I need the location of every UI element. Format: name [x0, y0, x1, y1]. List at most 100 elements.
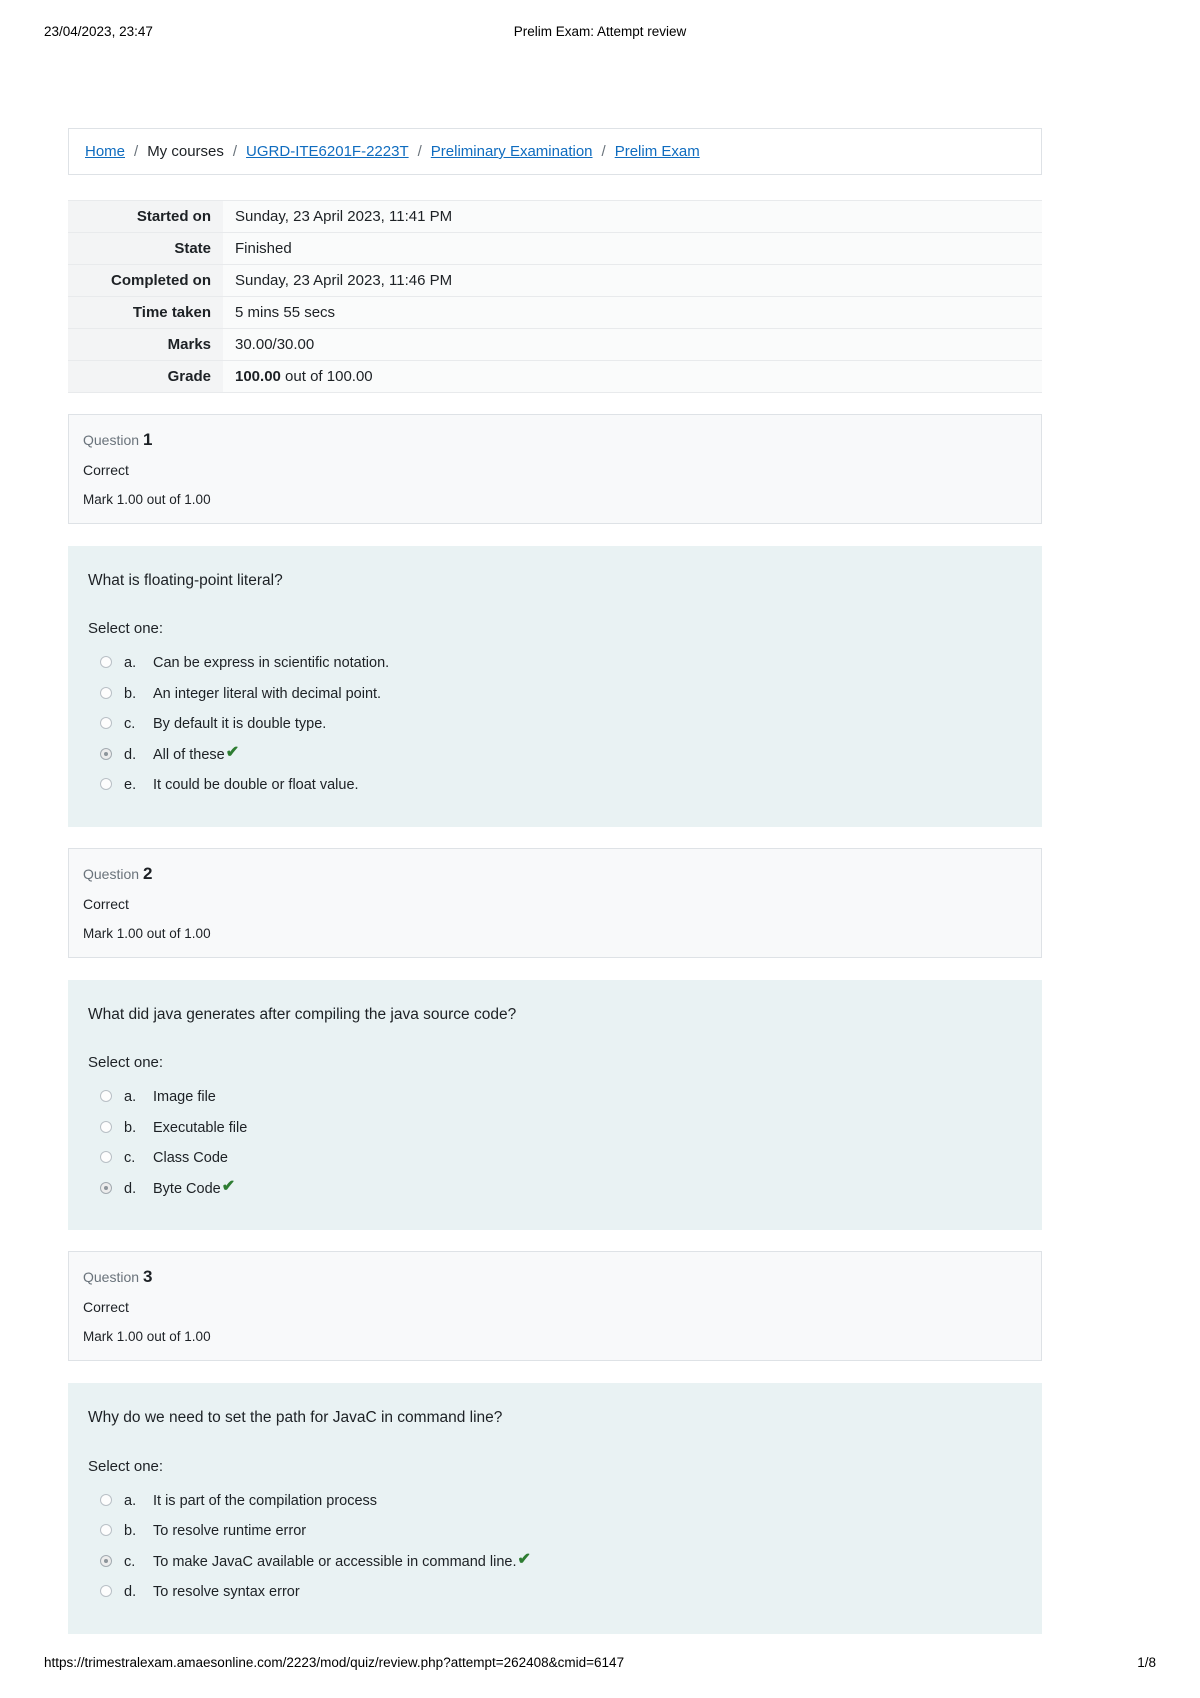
radio-button[interactable]	[100, 778, 112, 791]
breadcrumb-separator: /	[134, 143, 139, 160]
radio-button[interactable]	[100, 1120, 112, 1133]
answer-option[interactable]: c. By default it is double type.	[68, 709, 1042, 739]
answer-text: To resolve runtime error	[153, 1523, 307, 1540]
question-number: Question 3	[69, 1267, 1041, 1287]
summary-row: Started on Sunday, 23 April 2023, 11:41 P…	[68, 200, 1042, 233]
answer-options: a. Image file b. Executable file c. Class Cod…	[68, 1082, 1042, 1204]
summary-row: Completed on Sunday, 23 April 2023, 11:46…	[68, 264, 1042, 297]
question-text: What did java generates after compiling …	[88, 1005, 517, 1023]
answer-option[interactable]: c. Class Code	[68, 1143, 1042, 1173]
radio-button[interactable]	[100, 1151, 112, 1164]
select-one-prompt: Select one:	[88, 620, 164, 638]
question-info-box: Question 3 Correct Mark 1.00 out of 1.00	[68, 1251, 1042, 1362]
question-body: What is floating-point literal? Select on…	[68, 546, 1042, 827]
question-state: Correct	[83, 462, 129, 478]
question-mark: Mark 1.00 out of 1.00	[83, 925, 211, 941]
question-text: What is floating-point literal?	[88, 572, 283, 589]
summary-row-label: State	[68, 232, 223, 265]
answer-option[interactable]: b. To resolve runtime error	[68, 1516, 1042, 1546]
answer-option[interactable]: a. It is part of the compilation process	[68, 1486, 1042, 1516]
summary-row-label: Started on	[68, 200, 223, 233]
question-mark: Mark 1.00 out of 1.00	[83, 492, 211, 507]
summary-row-value: Sunday, 23 April 2023, 11:41 PM	[223, 200, 1042, 233]
answer-options: a. It is part of the compilation process b…	[68, 1486, 1042, 1608]
answer-option[interactable]: a. Can be express in scientific notation.	[68, 648, 1042, 678]
answer-text: It could be double or float value.	[153, 777, 359, 794]
radio-button-selected[interactable]	[100, 1181, 112, 1194]
question-state: Correct	[83, 895, 129, 912]
summary-row-label: Marks	[68, 328, 223, 361]
answer-text: Byte Code	[153, 1180, 221, 1197]
question-text: Why do we need to set the path for JavaC…	[88, 1409, 503, 1427]
question-body: What did java generates after compiling …	[68, 979, 1042, 1231]
radio-button[interactable]	[100, 656, 112, 669]
radio-button[interactable]	[100, 1585, 112, 1598]
breadcrumb-separator: /	[601, 143, 606, 160]
question-info-box: Question 1 Correct Mark 1.00 out of 1.00	[68, 414, 1042, 524]
answer-letter: d.	[124, 1180, 137, 1197]
answer-text: To make JavaC available or accessible in…	[153, 1553, 517, 1570]
question-mark: Mark 1.00 out of 1.00	[83, 1329, 211, 1345]
radio-button[interactable]	[100, 1493, 112, 1506]
answer-option[interactable]: b. Executable file	[68, 1113, 1042, 1143]
answer-option[interactable]: b. An integer literal with decimal point.	[68, 679, 1042, 709]
question-state: Correct	[83, 1299, 129, 1316]
question-number: Question 2	[69, 864, 1041, 884]
question-number-value: 3	[142, 1267, 153, 1287]
answer-letter: c.	[124, 1150, 136, 1167]
answer-text: All of these	[153, 746, 225, 763]
summary-row-label: Grade	[68, 360, 223, 393]
answer-option[interactable]: d. All of these ✔	[68, 740, 1042, 770]
radio-button-selected[interactable]	[100, 747, 112, 760]
breadcrumb-item-3[interactable]: UGRD-ITE6201F-2223T	[246, 141, 409, 162]
breadcrumb: Home / My courses / UGRD-ITE6201F-2223T / Prel…	[68, 128, 1042, 175]
print-footer: https://trimestralexam.amaesonline.com/2…	[0, 1626, 1200, 1698]
radio-button[interactable]	[100, 1090, 112, 1103]
answer-letter: c.	[124, 716, 136, 733]
answer-letter: e.	[124, 777, 137, 794]
summary-row-value: Finished	[223, 232, 1042, 265]
summary-row-grade: Grade 100.00 out of 100.00	[68, 360, 1042, 393]
breadcrumb-item-2: My courses	[147, 143, 224, 160]
answer-option[interactable]: a. Image file	[68, 1082, 1042, 1112]
summary-row-value: 30.00/30.00	[223, 328, 1042, 361]
answer-text: To resolve syntax error	[153, 1584, 300, 1601]
question-number-label: Question	[83, 1269, 140, 1286]
print-footer-url: https://trimestralexam.amaesonline.com/2…	[44, 1654, 625, 1670]
answer-option[interactable]: c. To make JavaC available or accessible …	[68, 1547, 1042, 1577]
breadcrumb-separator: /	[232, 143, 238, 160]
breadcrumb-item-1[interactable]: Home	[85, 141, 125, 162]
summary-row-value: Sunday, 23 April 2023, 11:46 PM	[223, 264, 1042, 297]
answer-text: Executable file	[153, 1119, 248, 1136]
radio-button[interactable]	[100, 717, 112, 730]
summary-row: State Finished	[68, 232, 1042, 265]
answer-text: An integer literal with decimal point.	[153, 685, 382, 702]
breadcrumb-item-4[interactable]: Preliminary Examination	[431, 141, 593, 162]
answer-letter: b.	[124, 1119, 137, 1136]
summary-row: Marks 30.00/30.00	[68, 328, 1042, 361]
answer-letter: b.	[124, 1523, 137, 1540]
question-body: Why do we need to set the path for JavaC…	[68, 1383, 1042, 1634]
radio-button[interactable]	[100, 1524, 112, 1537]
answer-letter: b.	[124, 685, 137, 702]
print-header-title: Prelim Exam: Attempt review	[513, 23, 687, 39]
answer-option[interactable]: e. It could be double or float value.	[68, 770, 1042, 800]
correct-answer-check-icon: ✔	[221, 1177, 236, 1195]
answer-letter: a.	[124, 655, 137, 672]
answer-options: a. Can be express in scientific notation.…	[68, 648, 1042, 800]
answer-option[interactable]: d. To resolve syntax error	[68, 1577, 1042, 1607]
select-one-prompt: Select one:	[88, 1054, 164, 1072]
answer-option[interactable]: d. Byte Code ✔	[68, 1174, 1042, 1204]
answer-text: Image file	[153, 1089, 216, 1106]
answer-letter: d.	[124, 746, 137, 763]
questions-list: Question 1 Correct Mark 1.00 out of 1.00 Wh…	[68, 414, 1042, 1634]
answer-letter: a.	[124, 1492, 137, 1509]
radio-button-selected[interactable]	[100, 1554, 112, 1567]
question-info-box: Question 2 Correct Mark 1.00 out of 1.00	[68, 847, 1042, 958]
summary-row-label: Time taken	[68, 296, 223, 329]
answer-letter: a.	[124, 1089, 137, 1106]
breadcrumb-item-5[interactable]: Prelim Exam	[615, 141, 700, 162]
question-number-label: Question	[83, 432, 140, 448]
correct-answer-check-icon: ✔	[517, 1550, 531, 1568]
radio-button[interactable]	[100, 686, 112, 699]
